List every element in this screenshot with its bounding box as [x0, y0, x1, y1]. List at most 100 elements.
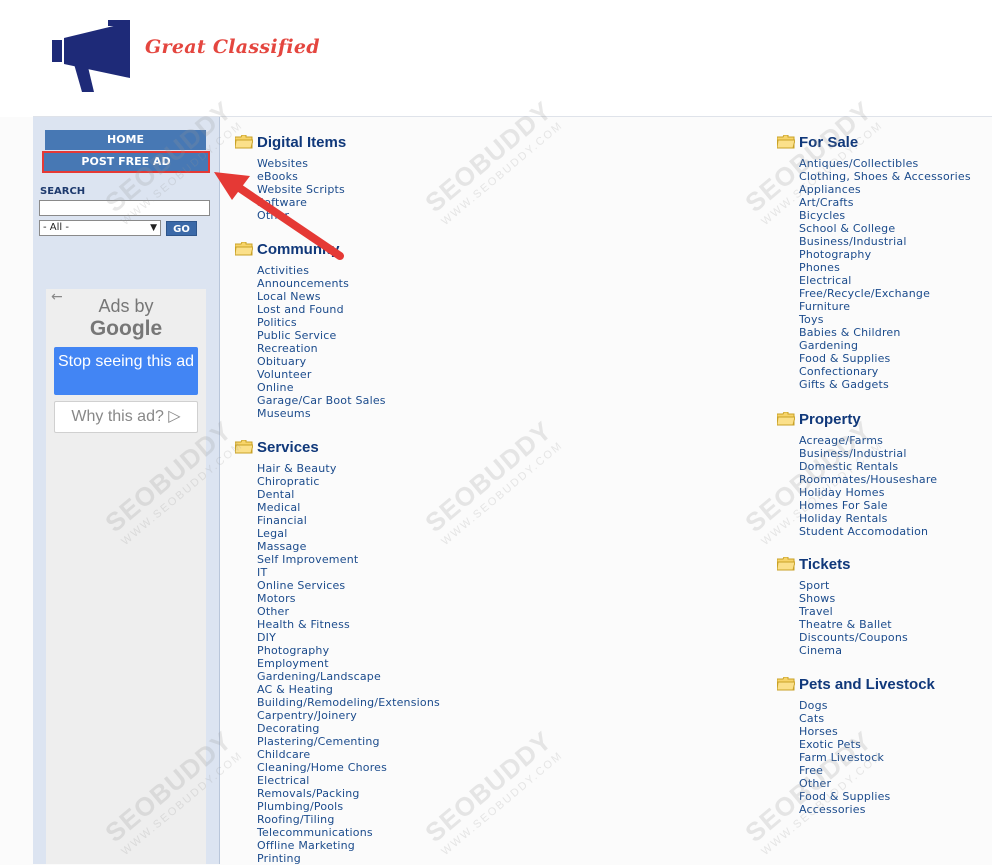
category-link[interactable]: Babies & Children [799, 326, 971, 339]
category-link[interactable]: Electrical [799, 274, 971, 287]
category-link[interactable]: Massage [257, 540, 440, 553]
search-input[interactable] [39, 200, 210, 216]
category-link[interactable]: Childcare [257, 748, 440, 761]
category-link[interactable]: Food & Supplies [799, 790, 935, 803]
category-link[interactable]: Business/Industrial [799, 235, 971, 248]
category-link[interactable]: Garage/Car Boot Sales [257, 394, 386, 407]
category-link[interactable]: Obituary [257, 355, 386, 368]
category-link[interactable]: Public Service [257, 329, 386, 342]
category-link[interactable]: Dental [257, 488, 440, 501]
category-link[interactable]: Websites [257, 157, 346, 170]
category-link[interactable]: Financial [257, 514, 440, 527]
category-link[interactable]: Offline Marketing [257, 839, 440, 852]
category-link[interactable]: Roommates/Houseshare [799, 473, 937, 486]
category-link[interactable]: Gardening [799, 339, 971, 352]
category-link[interactable]: DIY [257, 631, 440, 644]
category-link[interactable]: Photography [799, 248, 971, 261]
stop-seeing-ad-button[interactable]: Stop seeing this ad [54, 347, 198, 395]
category-link[interactable]: Local News [257, 290, 386, 303]
site-logo-text[interactable]: Great Classified [145, 36, 320, 58]
category-title[interactable]: Pets and Livestock [777, 675, 935, 695]
category-link[interactable]: Other [799, 777, 935, 790]
category-link[interactable]: Activities [257, 264, 386, 277]
category-title[interactable]: Digital Items [235, 133, 346, 153]
category-link[interactable]: Volunteer [257, 368, 386, 381]
category-link[interactable]: Self Improvement [257, 553, 440, 566]
category-title[interactable]: Tickets [777, 555, 908, 575]
why-this-ad-button[interactable]: Why this ad? ▷ [54, 401, 198, 433]
category-link[interactable]: Holiday Homes [799, 486, 937, 499]
category-link[interactable]: Medical [257, 501, 440, 514]
category-link[interactable]: Domestic Rentals [799, 460, 937, 473]
category-link[interactable]: Business/Industrial [799, 447, 937, 460]
category-link[interactable]: Phones [799, 261, 971, 274]
category-title[interactable]: For Sale [777, 133, 971, 153]
category-link[interactable]: Homes For Sale [799, 499, 937, 512]
category-link[interactable]: Roofing/Tiling [257, 813, 440, 826]
category-link[interactable]: Plumbing/Pools [257, 800, 440, 813]
category-link[interactable]: Museums [257, 407, 386, 420]
category-link[interactable]: Free/Recycle/Exchange [799, 287, 971, 300]
category-link[interactable]: AC & Heating [257, 683, 440, 696]
category-link[interactable]: Discounts/Coupons [799, 631, 908, 644]
category-link[interactable]: Announcements [257, 277, 386, 290]
category-link[interactable]: Appliances [799, 183, 971, 196]
category-link[interactable]: Online Services [257, 579, 440, 592]
category-link[interactable]: Removals/Packing [257, 787, 440, 800]
category-link[interactable]: Gifts & Gadgets [799, 378, 971, 391]
category-link[interactable]: Other [257, 209, 346, 222]
category-link[interactable]: Furniture [799, 300, 971, 313]
category-link[interactable]: Shows [799, 592, 908, 605]
category-link[interactable]: eBooks [257, 170, 346, 183]
category-link[interactable]: Theatre & Ballet [799, 618, 908, 631]
category-link[interactable]: Lost and Found [257, 303, 386, 316]
post-free-ad-button[interactable]: POST FREE AD [42, 151, 210, 173]
category-link[interactable]: Politics [257, 316, 386, 329]
category-link[interactable]: Online [257, 381, 386, 394]
category-link[interactable]: Employment [257, 657, 440, 670]
category-link[interactable]: Carpentry/Joinery [257, 709, 440, 722]
category-link[interactable]: Decorating [257, 722, 440, 735]
category-link[interactable]: Website Scripts [257, 183, 346, 196]
category-link[interactable]: Acreage/Farms [799, 434, 937, 447]
category-link[interactable]: Sport [799, 579, 908, 592]
category-title[interactable]: Property [777, 410, 937, 430]
category-link[interactable]: Printing [257, 852, 440, 865]
category-link[interactable]: Art/Crafts [799, 196, 971, 209]
go-button[interactable]: GO [166, 221, 197, 236]
category-link[interactable]: Chiropratic [257, 475, 440, 488]
category-link[interactable]: Building/Remodeling/Extensions [257, 696, 440, 709]
category-link[interactable]: Software [257, 196, 346, 209]
category-select[interactable]: - All - ▼ [39, 220, 161, 236]
category-link[interactable]: Cleaning/Home Chores [257, 761, 440, 774]
category-link[interactable]: Holiday Rentals [799, 512, 937, 525]
home-button[interactable]: HOME [45, 130, 206, 150]
category-link[interactable]: Exotic Pets [799, 738, 935, 751]
category-link[interactable]: Dogs [799, 699, 935, 712]
category-link[interactable]: Hair & Beauty [257, 462, 440, 475]
category-link[interactable]: Confectionary [799, 365, 971, 378]
category-link[interactable]: Farm Livestock [799, 751, 935, 764]
category-link[interactable]: Clothing, Shoes & Accessories [799, 170, 971, 183]
category-link[interactable]: Cats [799, 712, 935, 725]
category-link[interactable]: Horses [799, 725, 935, 738]
category-link[interactable]: Health & Fitness [257, 618, 440, 631]
category-link[interactable]: Recreation [257, 342, 386, 355]
category-link[interactable]: Accessories [799, 803, 935, 816]
category-link[interactable]: Toys [799, 313, 971, 326]
category-link[interactable]: Cinema [799, 644, 908, 657]
megaphone-icon[interactable] [52, 20, 132, 96]
category-link[interactable]: Food & Supplies [799, 352, 971, 365]
category-link[interactable]: Plastering/Cementing [257, 735, 440, 748]
category-link[interactable]: Travel [799, 605, 908, 618]
category-link[interactable]: Electrical [257, 774, 440, 787]
category-link[interactable]: Student Accomodation [799, 525, 937, 538]
category-link[interactable]: Free [799, 764, 935, 777]
category-title[interactable]: Services [235, 438, 440, 458]
category-link[interactable]: IT [257, 566, 440, 579]
category-title[interactable]: Community [235, 240, 386, 260]
category-link[interactable]: Photography [257, 644, 440, 657]
category-link[interactable]: Motors [257, 592, 440, 605]
category-link[interactable]: Legal [257, 527, 440, 540]
category-link[interactable]: Telecommunications [257, 826, 440, 839]
